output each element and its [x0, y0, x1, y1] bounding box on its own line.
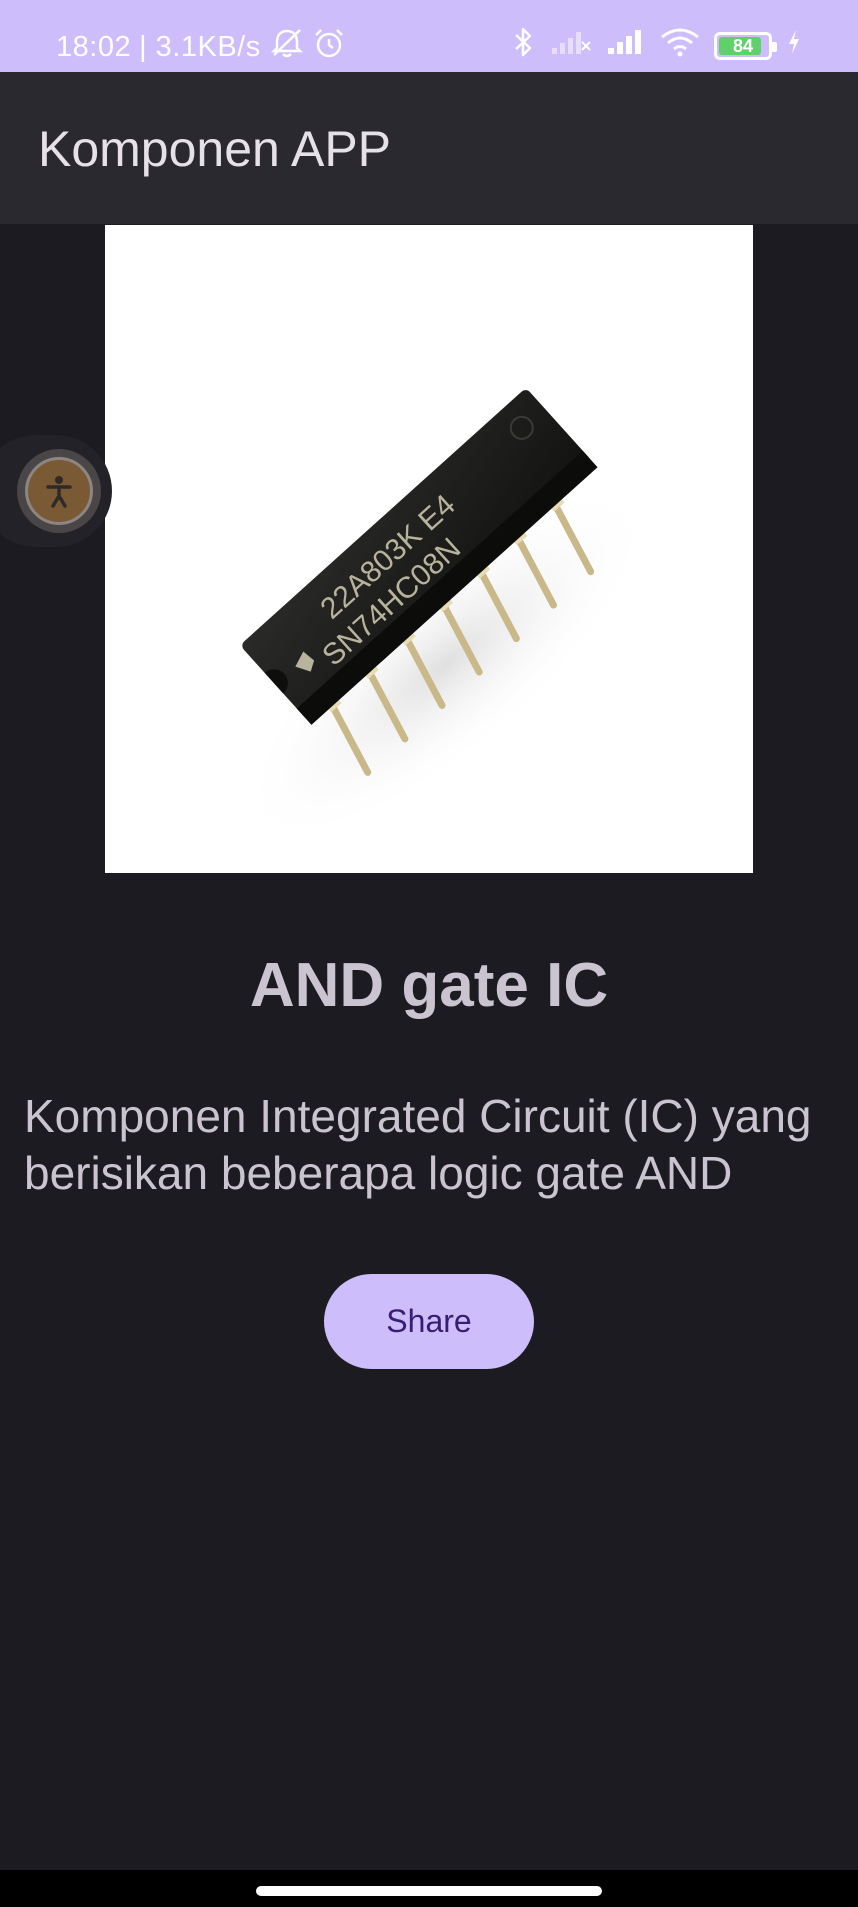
- status-right: 84: [510, 26, 802, 66]
- share-button[interactable]: Share: [324, 1274, 534, 1369]
- signal-sim2-icon: [550, 28, 592, 64]
- status-left: 18:02 | 3.1KB/s: [56, 28, 345, 66]
- component-title: AND gate IC: [249, 951, 609, 1020]
- battery-cap: [772, 42, 777, 52]
- accessibility-ring[interactable]: [17, 449, 101, 533]
- app-bar: Komponen APP: [0, 72, 858, 224]
- component-description: Komponen Integrated Circuit (IC) yang be…: [24, 1090, 812, 1199]
- component-image: 22A803K E4 SN74HC08N: [105, 225, 753, 873]
- status-time: 18:02: [56, 30, 132, 63]
- status-network-speed: | 3.1KB/s: [139, 30, 261, 63]
- battery-level: 84: [732, 35, 754, 56]
- notifications-off-icon: [269, 28, 305, 66]
- accessibility-icon[interactable]: [25, 457, 93, 525]
- accessibility-floating-button[interactable]: [0, 435, 112, 547]
- app-title: Komponen APP: [38, 121, 392, 177]
- ic-chip-illustration: 22A803K E4 SN74HC08N: [237, 390, 653, 846]
- status-bar: 18:02 | 3.1KB/s 84: [0, 0, 858, 72]
- wifi-icon: [660, 27, 700, 65]
- bluetooth-icon: [510, 26, 536, 66]
- alarm-icon: [313, 28, 345, 66]
- charging-icon: [786, 28, 802, 64]
- signal-sim1-icon: [606, 28, 646, 64]
- home-gesture-handle[interactable]: [256, 1886, 602, 1896]
- battery-icon: 84: [714, 32, 777, 60]
- navigation-bar: [0, 1870, 858, 1907]
